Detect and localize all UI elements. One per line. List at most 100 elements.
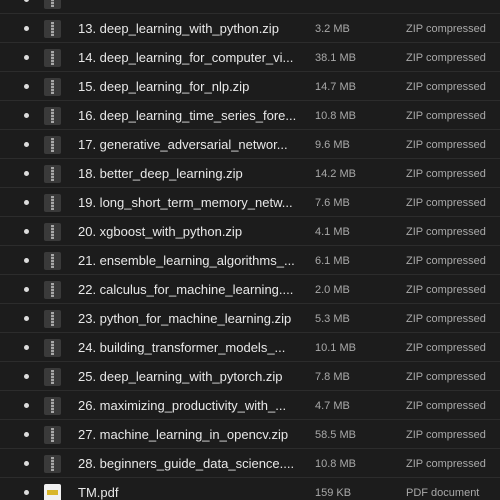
file-row[interactable] [0, 0, 500, 14]
file-size: 6.1 MB [315, 255, 350, 267]
file-kind: ZIP compressed [406, 23, 486, 35]
file-row[interactable]: 18. better_deep_learning.zip 14.2 MB ZIP… [0, 159, 500, 188]
file-list: 13. deep_learning_with_python.zip 3.2 MB… [0, 0, 500, 500]
file-kind: ZIP compressed [406, 197, 486, 209]
file-name: 15. deep_learning_for_nlp.zip [78, 79, 250, 94]
file-size: 159 KB [315, 487, 352, 499]
file-kind: ZIP compressed [406, 81, 486, 93]
file-name: 27. machine_learning_in_opencv.zip [78, 427, 289, 442]
zip-file-icon [44, 281, 61, 299]
file-name: 25. deep_learning_with_pytorch.zip [78, 369, 283, 384]
file-size: 14.2 MB [315, 168, 356, 180]
file-row[interactable]: 25. deep_learning_with_pytorch.zip 7.8 M… [0, 362, 500, 391]
bullet-icon [24, 200, 29, 205]
file-row[interactable]: 27. machine_learning_in_opencv.zip 58.5 … [0, 420, 500, 449]
zip-file-icon [44, 136, 61, 154]
file-size: 5.3 MB [315, 313, 350, 325]
zip-file-icon [44, 49, 61, 67]
file-kind: ZIP compressed [406, 255, 486, 267]
bullet-icon [24, 432, 29, 437]
file-size: 7.8 MB [315, 371, 350, 383]
file-size: 9.6 MB [315, 139, 350, 151]
file-size: 38.1 MB [315, 52, 356, 64]
zip-file-icon [44, 368, 61, 386]
bullet-icon [24, 461, 29, 466]
file-row[interactable]: 24. building_transformer_models_... 10.1… [0, 333, 500, 362]
file-row[interactable]: 13. deep_learning_with_python.zip 3.2 MB… [0, 14, 500, 43]
file-name: 20. xgboost_with_python.zip [78, 224, 243, 239]
file-size: 4.7 MB [315, 400, 350, 412]
file-row[interactable]: 26. maximizing_productivity_with_... 4.7… [0, 391, 500, 420]
bullet-icon [24, 287, 29, 292]
file-kind: ZIP compressed [406, 458, 486, 470]
file-name: 23. python_for_machine_learning.zip [78, 311, 292, 326]
bullet-icon [24, 258, 29, 263]
file-kind: ZIP compressed [406, 168, 486, 180]
zip-file-icon [44, 107, 61, 125]
file-row[interactable]: 14. deep_learning_for_computer_vi... 38.… [0, 43, 500, 72]
file-kind: ZIP compressed [406, 226, 486, 238]
file-kind: ZIP compressed [406, 52, 486, 64]
bullet-icon [24, 374, 29, 379]
file-row[interactable]: 28. beginners_guide_data_science.... 10.… [0, 449, 500, 478]
zip-file-icon [44, 252, 61, 270]
file-kind: PDF document [406, 487, 480, 499]
pdf-file-icon [44, 484, 61, 500]
bullet-icon [24, 490, 29, 495]
file-size: 10.1 MB [315, 342, 356, 354]
zip-file-icon [44, 310, 61, 328]
file-size: 10.8 MB [315, 458, 356, 470]
zip-file-icon [44, 0, 61, 9]
bullet-icon [24, 26, 29, 31]
file-row[interactable]: 15. deep_learning_for_nlp.zip 14.7 MB ZI… [0, 72, 500, 101]
zip-file-icon [44, 339, 61, 357]
file-size: 10.8 MB [315, 110, 356, 122]
bullet-icon [24, 403, 29, 408]
bullet-icon [24, 142, 29, 147]
file-kind: ZIP compressed [406, 110, 486, 122]
file-name: 17. generative_adversarial_networ... [78, 137, 288, 152]
file-size: 2.0 MB [315, 284, 350, 296]
file-row[interactable]: 17. generative_adversarial_networ... 9.6… [0, 130, 500, 159]
file-name: 13. deep_learning_with_python.zip [78, 21, 279, 36]
file-name: 19. long_short_term_memory_netw... [78, 195, 293, 210]
file-size: 7.6 MB [315, 197, 350, 209]
file-size: 4.1 MB [315, 226, 350, 238]
file-size: 14.7 MB [315, 81, 356, 93]
zip-file-icon [44, 426, 61, 444]
file-name: 28. beginners_guide_data_science.... [78, 456, 295, 471]
bullet-icon [24, 55, 29, 60]
file-kind: ZIP compressed [406, 371, 486, 383]
bullet-icon [24, 229, 29, 234]
file-row[interactable]: 19. long_short_term_memory_netw... 7.6 M… [0, 188, 500, 217]
file-kind: ZIP compressed [406, 342, 486, 354]
file-row[interactable]: 22. calculus_for_machine_learning.... 2.… [0, 275, 500, 304]
file-kind: ZIP compressed [406, 400, 486, 412]
bullet-icon [24, 84, 29, 89]
file-name: TM.pdf [78, 485, 119, 500]
file-name: 26. maximizing_productivity_with_... [78, 398, 287, 413]
file-row[interactable]: 21. ensemble_learning_algorithms_... 6.1… [0, 246, 500, 275]
file-name: 22. calculus_for_machine_learning.... [78, 282, 294, 297]
file-kind: ZIP compressed [406, 284, 486, 296]
zip-file-icon [44, 455, 61, 473]
file-row[interactable]: 23. python_for_machine_learning.zip 5.3 … [0, 304, 500, 333]
file-size: 3.2 MB [315, 23, 350, 35]
file-kind: ZIP compressed [406, 313, 486, 325]
file-size: 58.5 MB [315, 429, 356, 441]
file-row[interactable]: TM.pdf 159 KB PDF document [0, 478, 500, 500]
file-name: 16. deep_learning_time_series_fore... [78, 108, 297, 123]
bullet-icon [24, 171, 29, 176]
bullet-icon [24, 316, 29, 321]
file-row[interactable]: 16. deep_learning_time_series_fore... 10… [0, 101, 500, 130]
zip-file-icon [44, 194, 61, 212]
file-kind: ZIP compressed [406, 139, 486, 151]
file-kind: ZIP compressed [406, 429, 486, 441]
file-name: 18. better_deep_learning.zip [78, 166, 243, 181]
zip-file-icon [44, 397, 61, 415]
zip-file-icon [44, 223, 61, 241]
zip-file-icon [44, 20, 61, 38]
file-name: 14. deep_learning_for_computer_vi... [78, 50, 294, 65]
file-row[interactable]: 20. xgboost_with_python.zip 4.1 MB ZIP c… [0, 217, 500, 246]
zip-file-icon [44, 78, 61, 96]
